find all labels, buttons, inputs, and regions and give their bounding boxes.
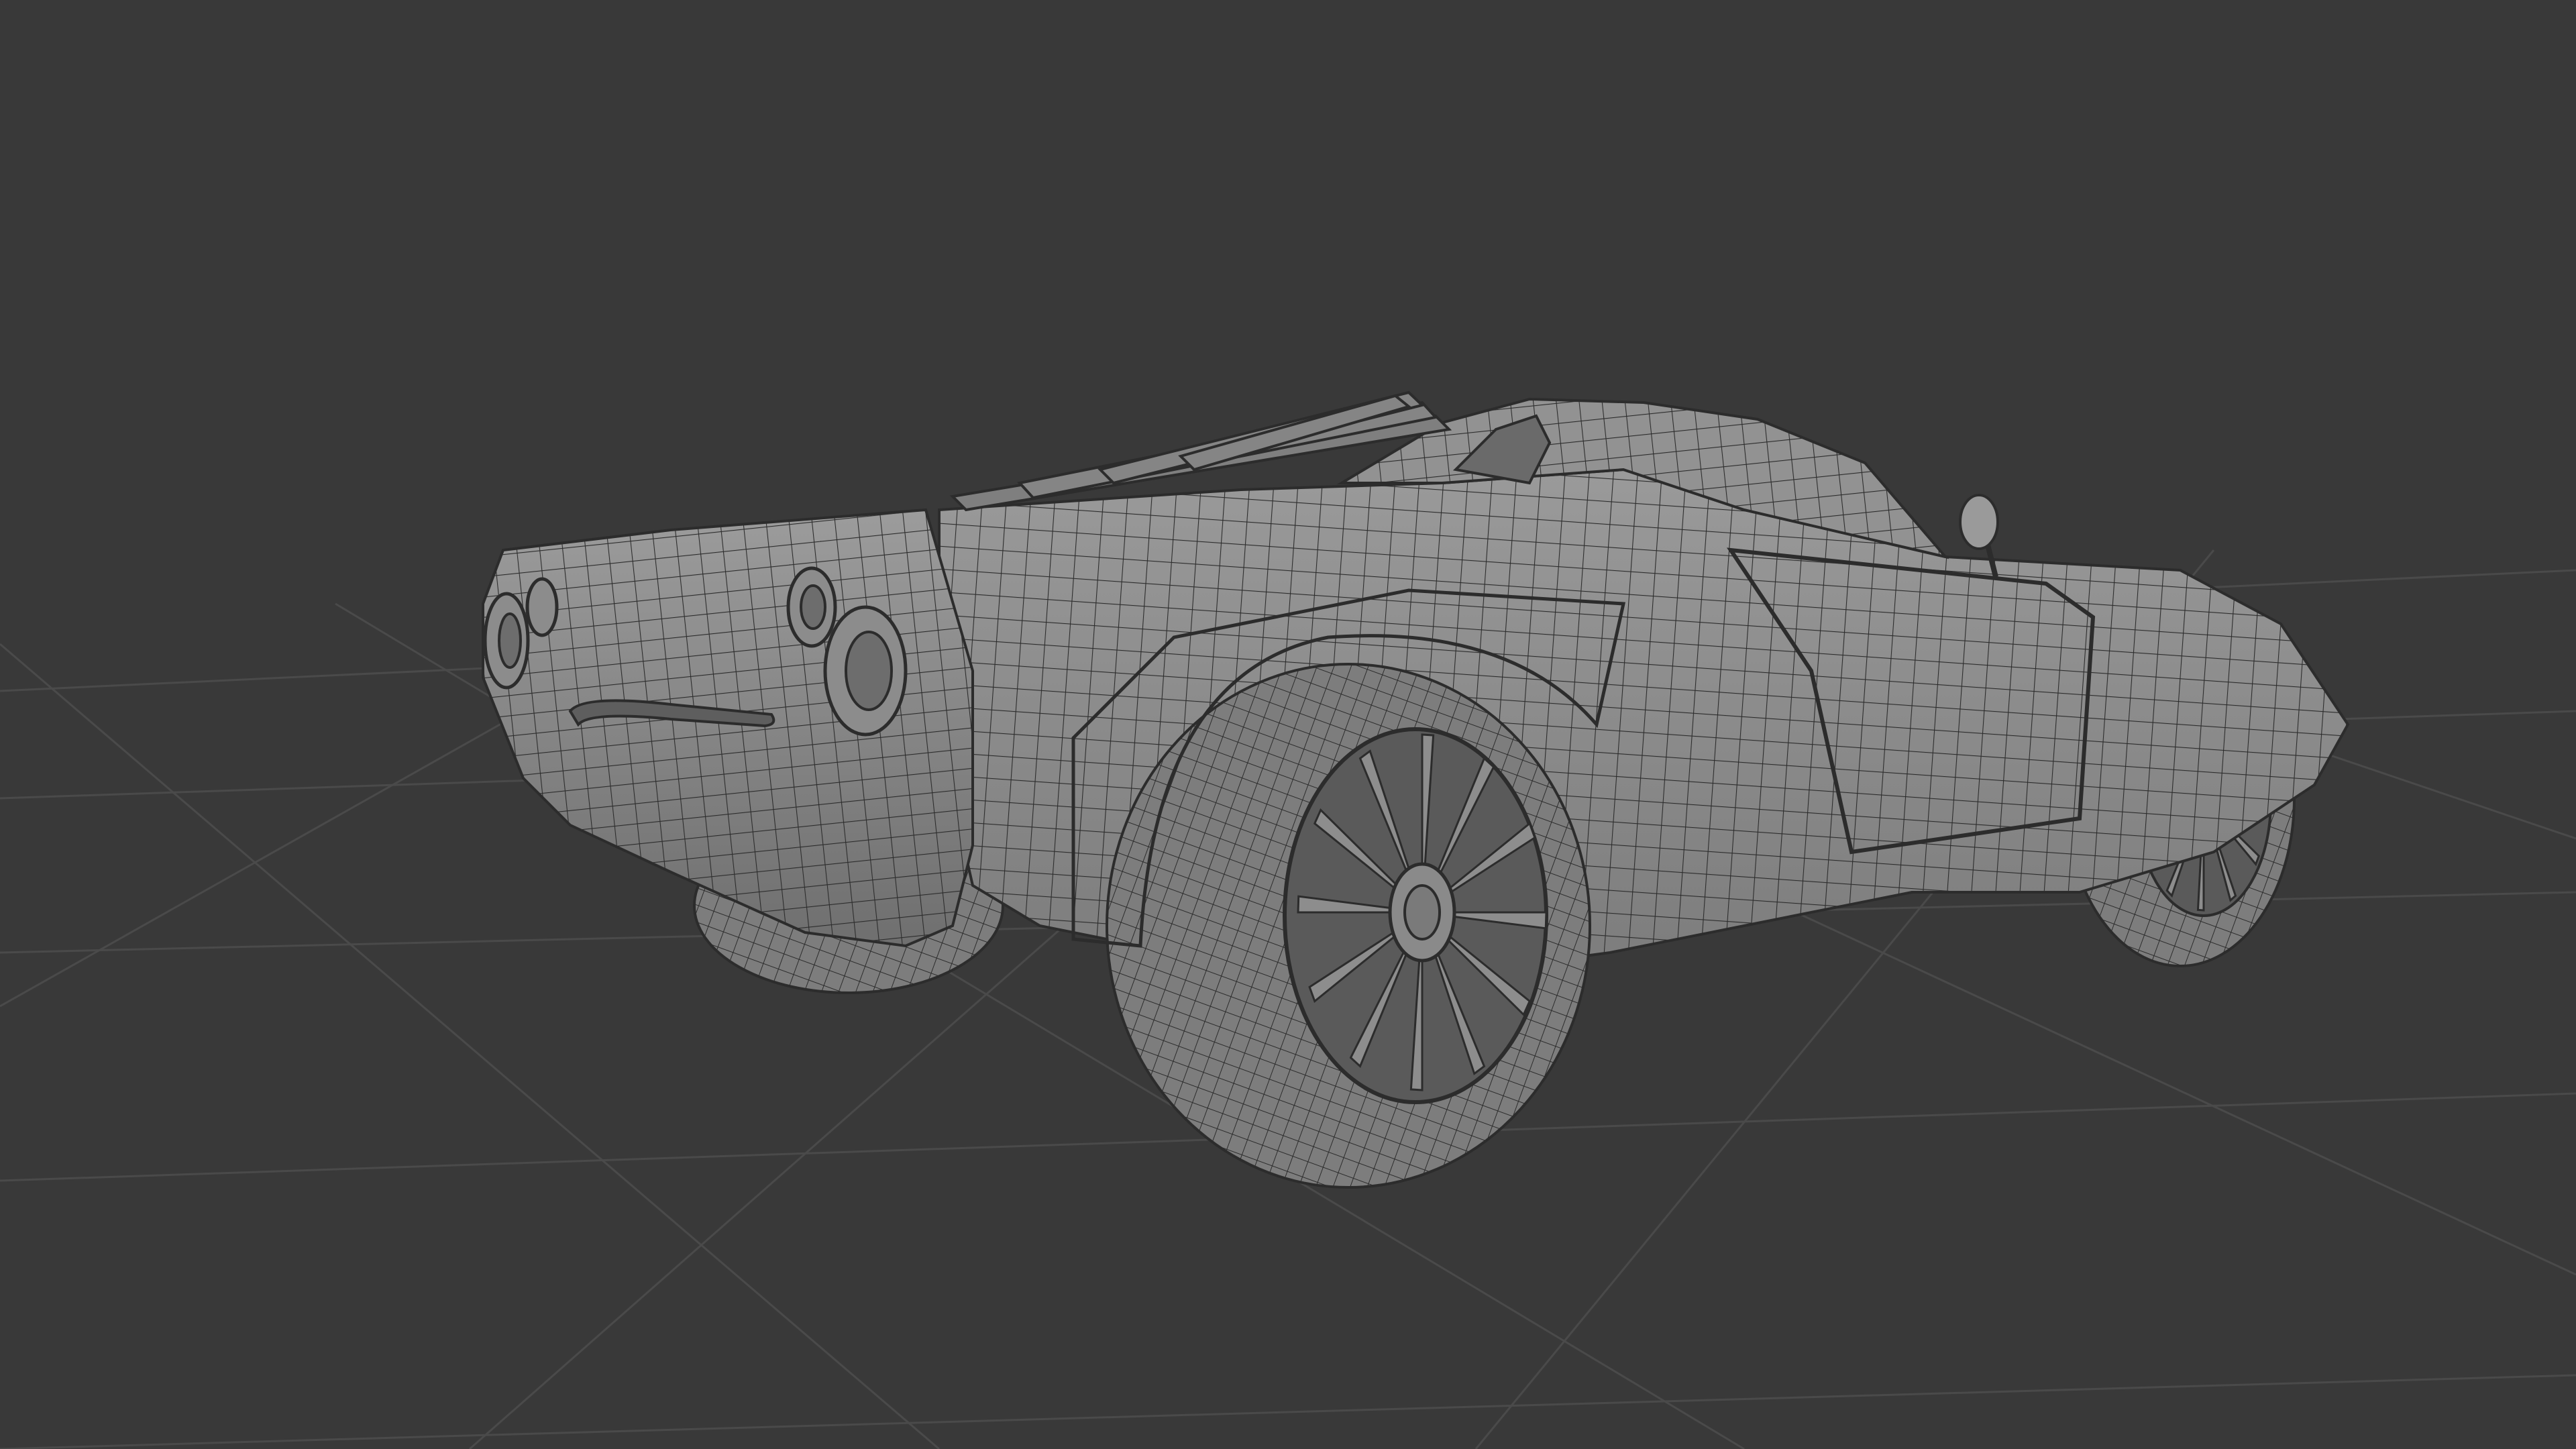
viewport-canvas[interactable] [0,0,2576,1449]
grid-line [0,1374,2576,1449]
3d-viewport[interactable] [0,0,2576,1449]
car-mesh[interactable] [482,390,2350,1189]
rear-right-wheel[interactable] [1106,663,1591,1189]
